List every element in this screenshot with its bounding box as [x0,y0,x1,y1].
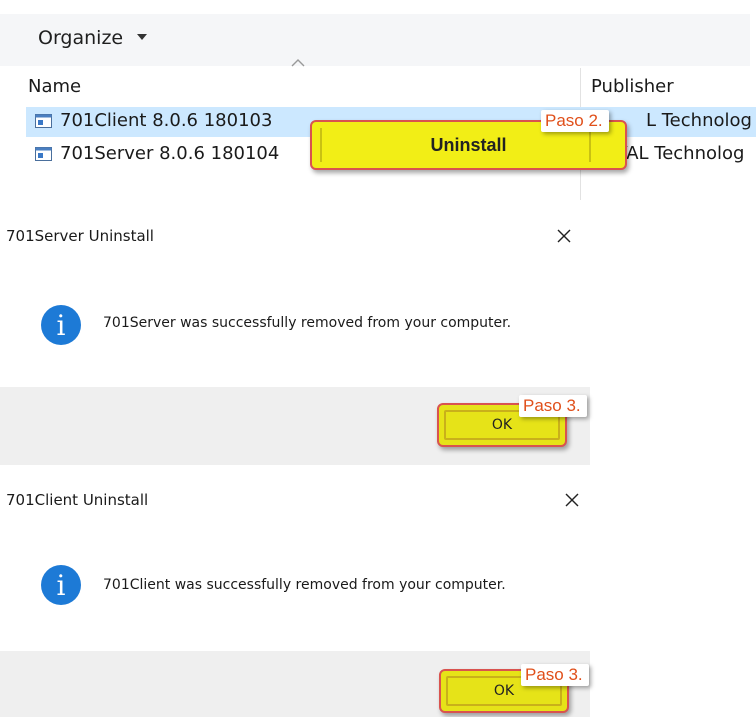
organize-menu-button[interactable]: Organize [38,27,123,49]
dialog-footer: OK [0,651,590,717]
server-uninstall-dialog: 701Server Uninstall i 701Server was succ… [0,213,590,465]
dialog-footer: OK [0,387,590,465]
program-name: 701Client 8.0.6 180103 [60,110,273,131]
info-icon: i [41,565,81,605]
uninstall-label: Uninstall [430,134,507,155]
dialog-title: 701Server Uninstall [6,227,154,245]
close-icon[interactable] [563,491,581,509]
info-icon: i [41,305,81,345]
application-icon [35,114,52,128]
step-annotation: Paso 3. [521,664,589,686]
dialog-title: 701Client Uninstall [6,491,149,509]
close-icon[interactable] [555,227,573,245]
step-annotation: Paso 3. [519,395,587,417]
programs-list: Organize Name Publisher 701Client 8.0.6 … [0,0,756,200]
column-header-name[interactable]: Name [28,76,81,97]
caret-down-icon[interactable] [137,34,147,40]
button-edge [320,128,322,162]
client-uninstall-dialog: 701Client Uninstall i 701Client was succ… [0,477,590,717]
program-publisher: L Technolog [646,110,752,131]
application-icon [35,147,52,161]
program-name: 701Server 8.0.6 180104 [60,143,280,164]
sort-up-icon [291,59,305,67]
column-header-publisher[interactable]: Publisher [591,76,674,97]
dialog-message: 701Server was successfully removed from … [103,315,512,331]
step-annotation: Paso 2. [541,110,609,132]
button-edge [589,128,591,162]
dialog-message: 701Client was successfully removed from … [103,577,506,593]
